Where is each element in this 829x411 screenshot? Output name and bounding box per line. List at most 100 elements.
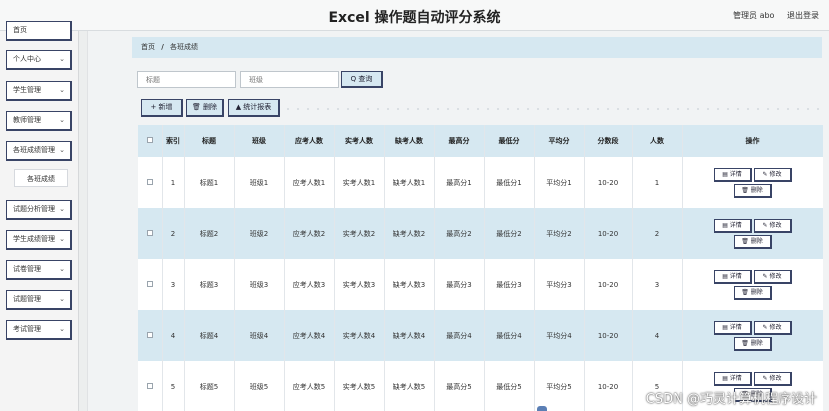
user-name[interactable]: 管理员 abo bbox=[733, 11, 774, 20]
breadcrumb-separator: / bbox=[161, 43, 164, 51]
edit-button[interactable]: ✎ 修改 bbox=[753, 218, 792, 233]
edit-button[interactable]: ✎ 修改 bbox=[753, 269, 792, 284]
row-checkbox[interactable] bbox=[138, 259, 163, 310]
breadcrumb-home[interactable]: 首页 bbox=[141, 43, 155, 51]
watermark: CSDN @巧灵计算机程序设计 bbox=[645, 392, 817, 407]
row-checkbox[interactable] bbox=[138, 361, 163, 411]
column-header: 最低分 bbox=[484, 125, 535, 157]
sidebar-item-question-analysis[interactable]: 试题分析管理 ⌄ bbox=[6, 200, 72, 220]
table-header-row: 索引 标题 班级 应考人数 实考人数 缺考人数 最高分 最低分 平均分 分数段 … bbox=[138, 125, 823, 157]
table-cell: 班级4 bbox=[234, 310, 285, 361]
title-search-input[interactable] bbox=[137, 71, 236, 88]
search-button[interactable]: Q 查询 bbox=[341, 71, 383, 88]
table-cell: 最高分3 bbox=[434, 259, 485, 310]
row-actions: ▤ 详情 ✎ 修改 🗑 删除 bbox=[682, 157, 823, 208]
scores-table: 索引 标题 班级 应考人数 实考人数 缺考人数 最高分 最低分 平均分 分数段 … bbox=[138, 125, 823, 411]
column-header: 人数 bbox=[632, 125, 683, 157]
column-header: 最高分 bbox=[434, 125, 485, 157]
sidebar-item-label: 各班成绩管理 bbox=[13, 146, 55, 154]
table-cell: 实考人数2 bbox=[334, 208, 385, 259]
user-area: 管理员 abo 退出登录 bbox=[723, 10, 819, 21]
stats-report-button[interactable]: ▲ 统计报表 bbox=[228, 99, 280, 117]
table-cell: 最高分4 bbox=[434, 310, 485, 361]
table-cell: 班级2 bbox=[234, 208, 285, 259]
table-cell: 应考人数3 bbox=[284, 259, 335, 310]
edit-button[interactable]: ✎ 修改 bbox=[753, 167, 792, 182]
sidebar-item-questions[interactable]: 试题管理 ⌄ bbox=[6, 290, 72, 310]
detail-button[interactable]: ▤ 详情 bbox=[713, 218, 752, 233]
table-cell: 班级1 bbox=[234, 157, 285, 208]
table-cell: 班级5 bbox=[234, 361, 285, 411]
table-cell: 4 bbox=[162, 310, 185, 361]
edit-button[interactable]: ✎ 修改 bbox=[753, 320, 792, 335]
table-cell: 平均分2 bbox=[534, 208, 585, 259]
sidebar-item-label: 学生管理 bbox=[13, 86, 41, 94]
sidebar-subitem-class-scores[interactable]: 各班成绩 bbox=[14, 169, 68, 187]
logout-link[interactable]: 退出登录 bbox=[787, 11, 819, 20]
table-cell: 实考人数4 bbox=[334, 310, 385, 361]
table-cell: 标题3 bbox=[184, 259, 235, 310]
sidebar-item-label: 教师管理 bbox=[13, 116, 41, 124]
chevron-down-icon: ⌄ bbox=[59, 325, 65, 333]
sidebar-item-home[interactable]: 首页 bbox=[6, 21, 72, 41]
column-header: 索引 bbox=[162, 125, 185, 157]
scroll-indicator bbox=[537, 406, 547, 411]
table-cell: 缺考人数2 bbox=[384, 208, 435, 259]
table-row: 3 标题3 班级3 应考人数3 实考人数3 缺考人数3 最高分3 最低分3 平均分3 10-20 3… bbox=[138, 259, 823, 310]
row-checkbox[interactable] bbox=[138, 208, 163, 259]
delete-button[interactable]: 🗑 删除 bbox=[733, 234, 772, 249]
sidebar-item-papers[interactable]: 试卷管理 ⌄ bbox=[6, 260, 72, 280]
chevron-down-icon: ⌄ bbox=[59, 55, 65, 63]
row-checkbox[interactable] bbox=[138, 310, 163, 361]
table-cell: 最低分5 bbox=[484, 361, 535, 411]
table-cell: 10-20 bbox=[584, 310, 633, 361]
table-cell: 实考人数1 bbox=[334, 157, 385, 208]
edit-button[interactable]: ✎ 修改 bbox=[753, 371, 792, 386]
column-header: 平均分 bbox=[534, 125, 585, 157]
sidebar-item-student-scores[interactable]: 学生成绩管理 ⌄ bbox=[6, 230, 72, 250]
select-all-checkbox[interactable] bbox=[138, 125, 163, 157]
sidebar-scrollbar[interactable] bbox=[78, 31, 88, 411]
sidebar-item-class-scores[interactable]: 各班成绩管理 ⌄ bbox=[6, 141, 72, 161]
chevron-down-icon: ⌄ bbox=[59, 265, 65, 273]
detail-button[interactable]: ▤ 详情 bbox=[713, 371, 752, 386]
column-header: 分数段 bbox=[584, 125, 633, 157]
table-cell: 标题1 bbox=[184, 157, 235, 208]
table-cell: 缺考人数3 bbox=[384, 259, 435, 310]
column-header: 应考人数 bbox=[284, 125, 335, 157]
table-cell: 10-20 bbox=[584, 157, 633, 208]
table-cell: 实考人数5 bbox=[334, 361, 385, 411]
sidebar-item-exams[interactable]: 考试管理 ⌄ bbox=[6, 320, 72, 340]
table-cell: 2 bbox=[162, 208, 185, 259]
class-search-input[interactable] bbox=[240, 71, 339, 88]
sidebar-item-label: 学生成绩管理 bbox=[13, 235, 55, 243]
delete-button[interactable]: 🗑 删除 bbox=[733, 336, 772, 351]
column-header: 实考人数 bbox=[334, 125, 385, 157]
detail-button[interactable]: ▤ 详情 bbox=[713, 269, 752, 284]
batch-delete-button[interactable]: 🗑 删除 bbox=[186, 99, 224, 117]
table-cell: 3 bbox=[632, 259, 683, 310]
table-cell: 缺考人数5 bbox=[384, 361, 435, 411]
chevron-down-icon: ⌄ bbox=[59, 235, 65, 243]
add-button[interactable]: + 新增 bbox=[141, 99, 183, 117]
chevron-down-icon: ⌄ bbox=[59, 205, 65, 213]
sidebar-item-label: 个人中心 bbox=[13, 55, 41, 63]
column-header: 缺考人数 bbox=[384, 125, 435, 157]
table-cell: 3 bbox=[162, 259, 185, 310]
column-header: 标题 bbox=[184, 125, 235, 157]
table-cell: 2 bbox=[632, 208, 683, 259]
delete-button[interactable]: 🗑 删除 bbox=[733, 183, 772, 198]
table-cell: 1 bbox=[162, 157, 185, 208]
table-cell: 最低分3 bbox=[484, 259, 535, 310]
detail-button[interactable]: ▤ 详情 bbox=[713, 167, 752, 182]
table-cell: 平均分1 bbox=[534, 157, 585, 208]
table-cell: 实考人数3 bbox=[334, 259, 385, 310]
row-checkbox[interactable] bbox=[138, 157, 163, 208]
delete-button[interactable]: 🗑 删除 bbox=[733, 285, 772, 300]
sidebar-item-profile[interactable]: 个人中心 ⌄ bbox=[6, 50, 72, 70]
sidebar-item-students[interactable]: 学生管理 ⌄ bbox=[6, 81, 72, 101]
sidebar-item-teachers[interactable]: 教师管理 ⌄ bbox=[6, 111, 72, 131]
table-row: 4 标题4 班级4 应考人数4 实考人数4 缺考人数4 最高分4 最低分4 平均分4 10-20 4… bbox=[138, 310, 823, 361]
detail-button[interactable]: ▤ 详情 bbox=[713, 320, 752, 335]
row-actions: ▤ 详情 ✎ 修改 🗑 删除 bbox=[682, 310, 823, 361]
